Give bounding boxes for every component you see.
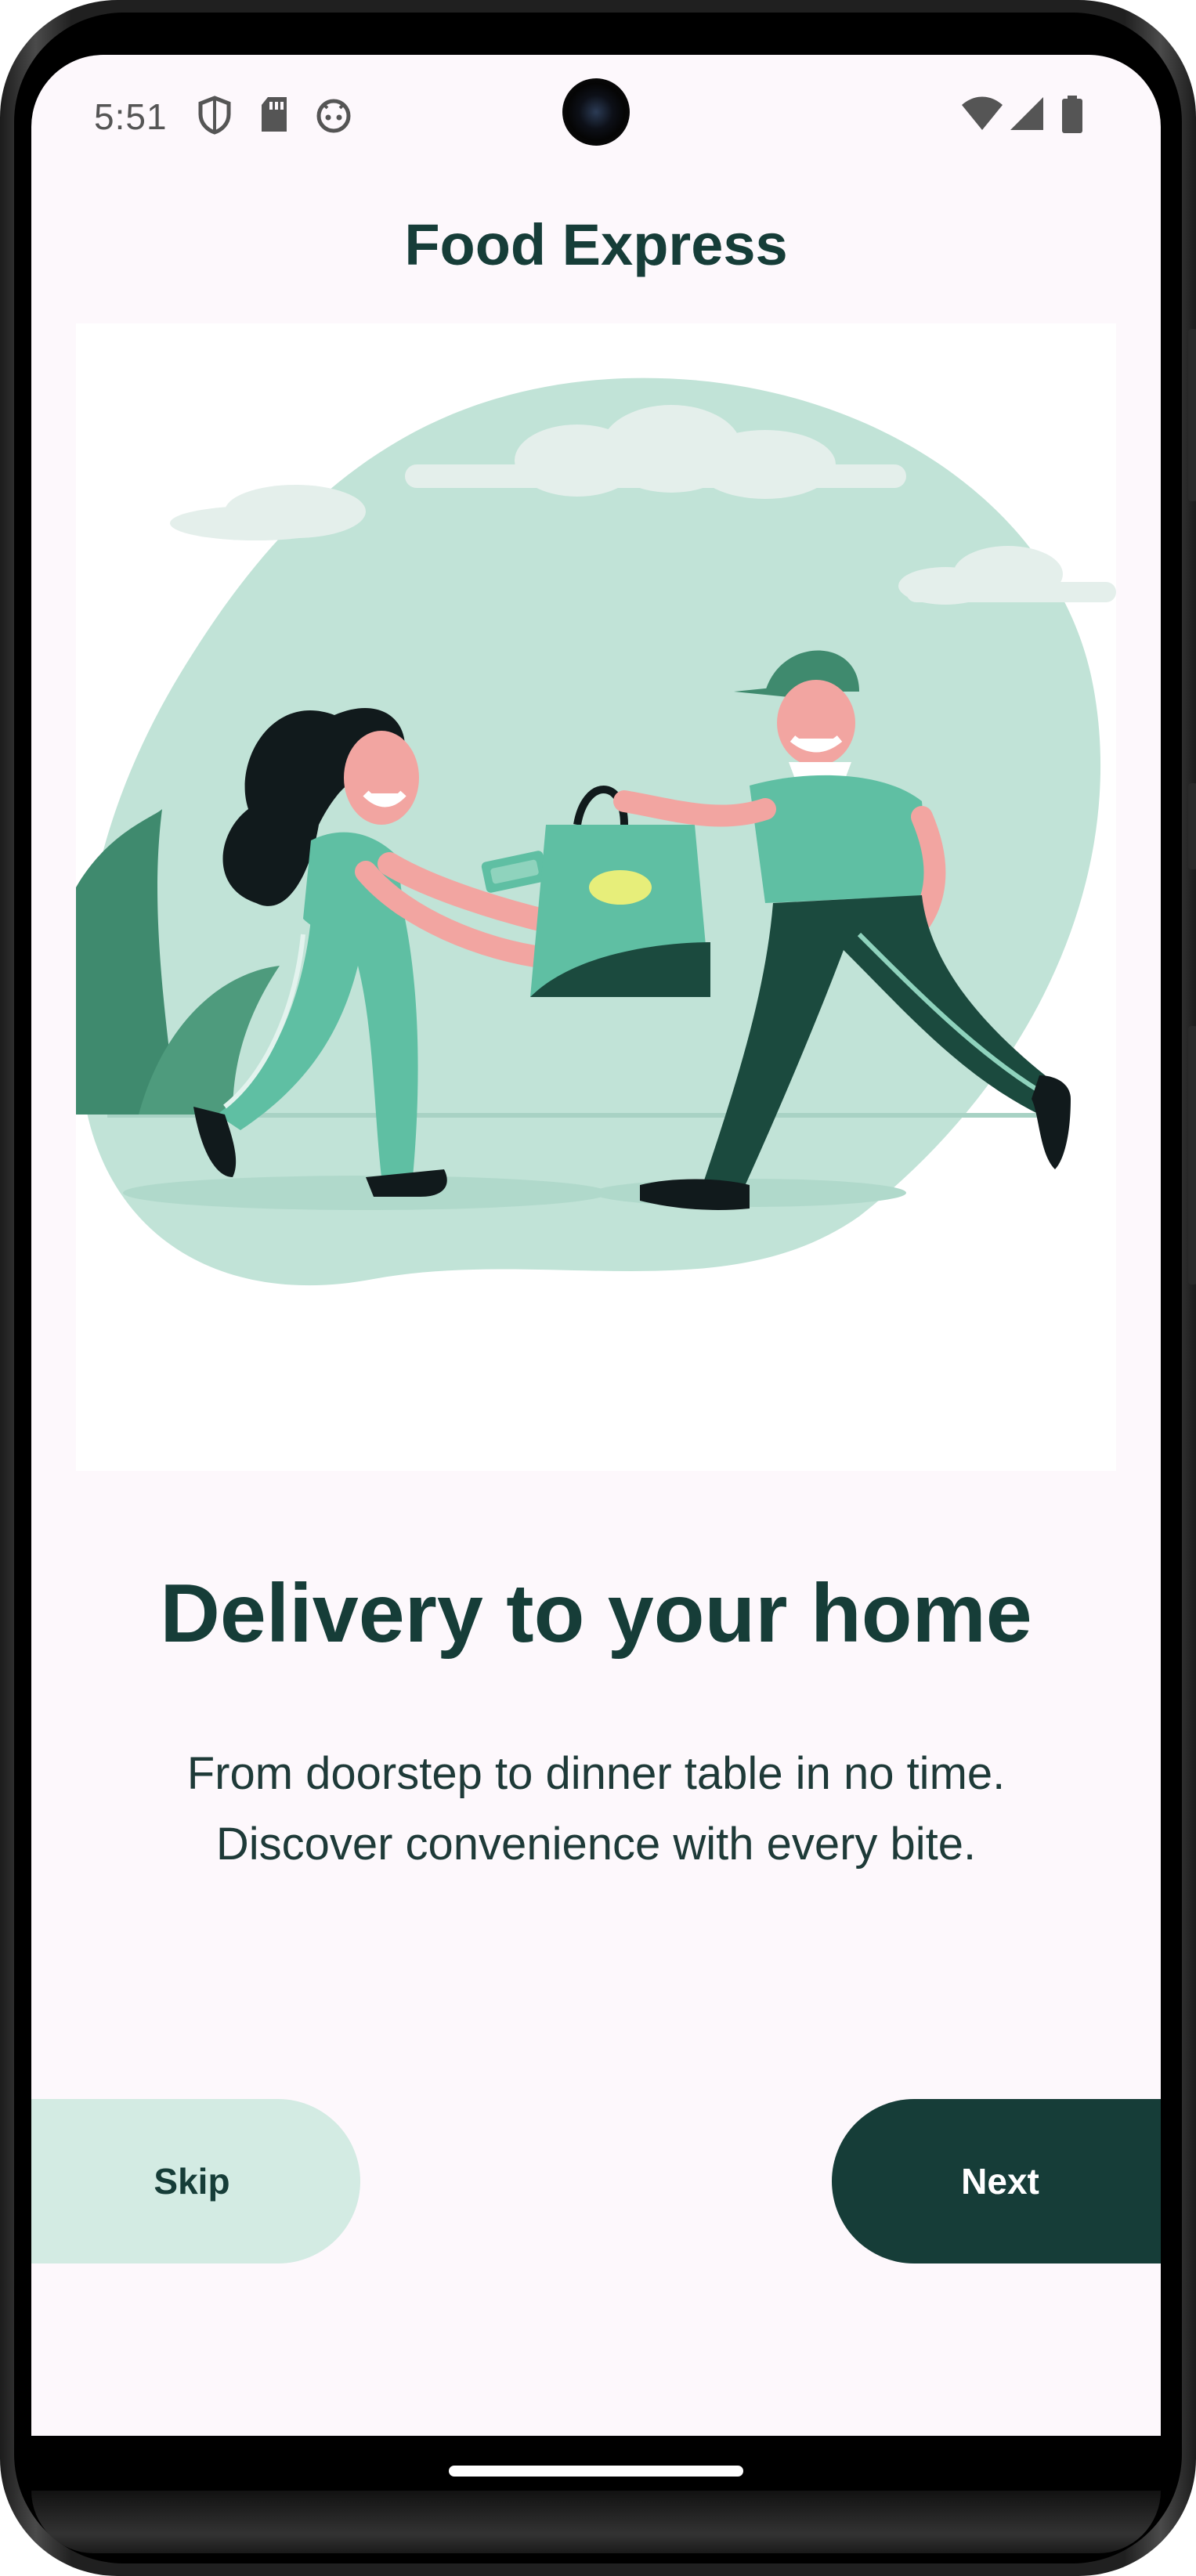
- status-bar: 5:51: [31, 55, 1161, 172]
- cell-signal-icon: [1009, 96, 1045, 135]
- app-title: Food Express: [404, 212, 788, 277]
- screen: 5:51 Food Express Delivery to your home …: [31, 55, 1161, 2436]
- description-line-2: Discover convenience with every bite.: [215, 1819, 977, 1870]
- robot-face-icon: [315, 96, 352, 137]
- front-camera: [562, 78, 630, 146]
- onboarding-headline: Delivery to your home: [160, 1567, 1032, 1660]
- sd-card-icon: [258, 96, 290, 137]
- device-chin: [31, 2491, 1161, 2553]
- volume-up-button: [1188, 783, 1196, 869]
- volume-down-button: [1188, 1026, 1196, 1284]
- onboarding-description: From doorstep to dinner table in no time…: [94, 1739, 1098, 1880]
- battery-icon: [1061, 96, 1084, 137]
- home-gesture-handle[interactable]: [449, 2466, 743, 2477]
- skip-button[interactable]: Skip: [31, 2099, 360, 2263]
- wifi-icon: [960, 96, 1004, 135]
- shield-icon: [197, 96, 232, 139]
- next-button[interactable]: Next: [832, 2099, 1161, 2263]
- power-button: [1188, 329, 1196, 501]
- delivery-illustration: [76, 323, 1116, 1471]
- status-time: 5:51: [94, 96, 168, 137]
- description-line-1: From doorstep to dinner table in no time…: [186, 1748, 1006, 1799]
